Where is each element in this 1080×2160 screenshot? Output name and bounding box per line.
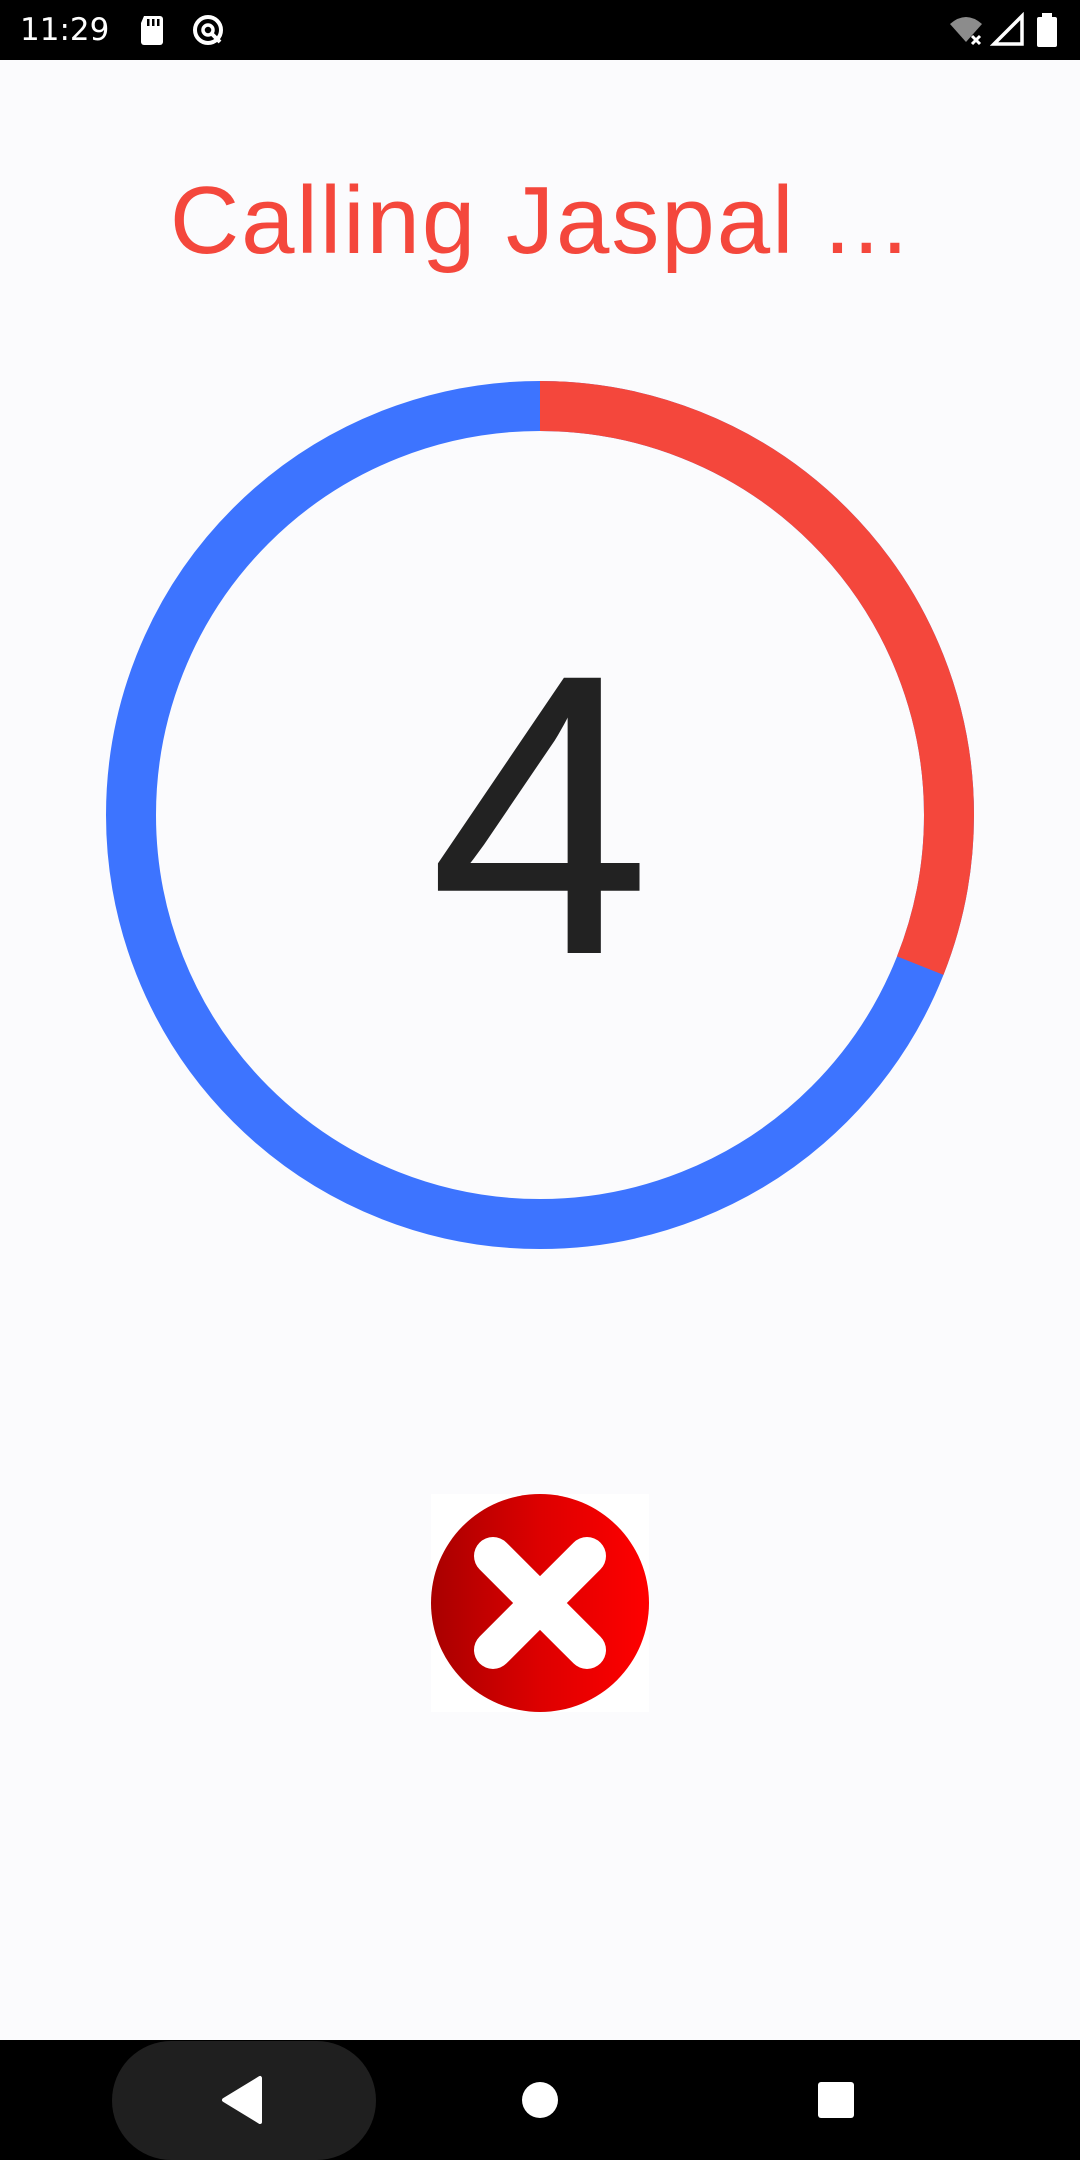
data-saver-icon [190, 12, 226, 48]
signal-icon [990, 12, 1026, 48]
sd-card-icon [134, 12, 170, 48]
recents-button[interactable] [806, 2070, 866, 2130]
status-bar: 11:29 [0, 0, 1080, 60]
call-title: Calling Jaspal ... [169, 167, 911, 274]
countdown-number: 4 [428, 591, 652, 1038]
close-circle-icon [431, 1494, 649, 1712]
wifi-off-icon [948, 12, 984, 48]
home-icon [522, 2082, 558, 2118]
cancel-call-button[interactable] [431, 1494, 649, 1712]
back-button[interactable] [212, 2070, 272, 2130]
home-button[interactable] [510, 2070, 570, 2130]
back-icon [222, 2076, 262, 2124]
status-time: 11:29 [20, 12, 110, 48]
recents-icon [818, 2082, 854, 2118]
battery-icon [1034, 12, 1060, 48]
